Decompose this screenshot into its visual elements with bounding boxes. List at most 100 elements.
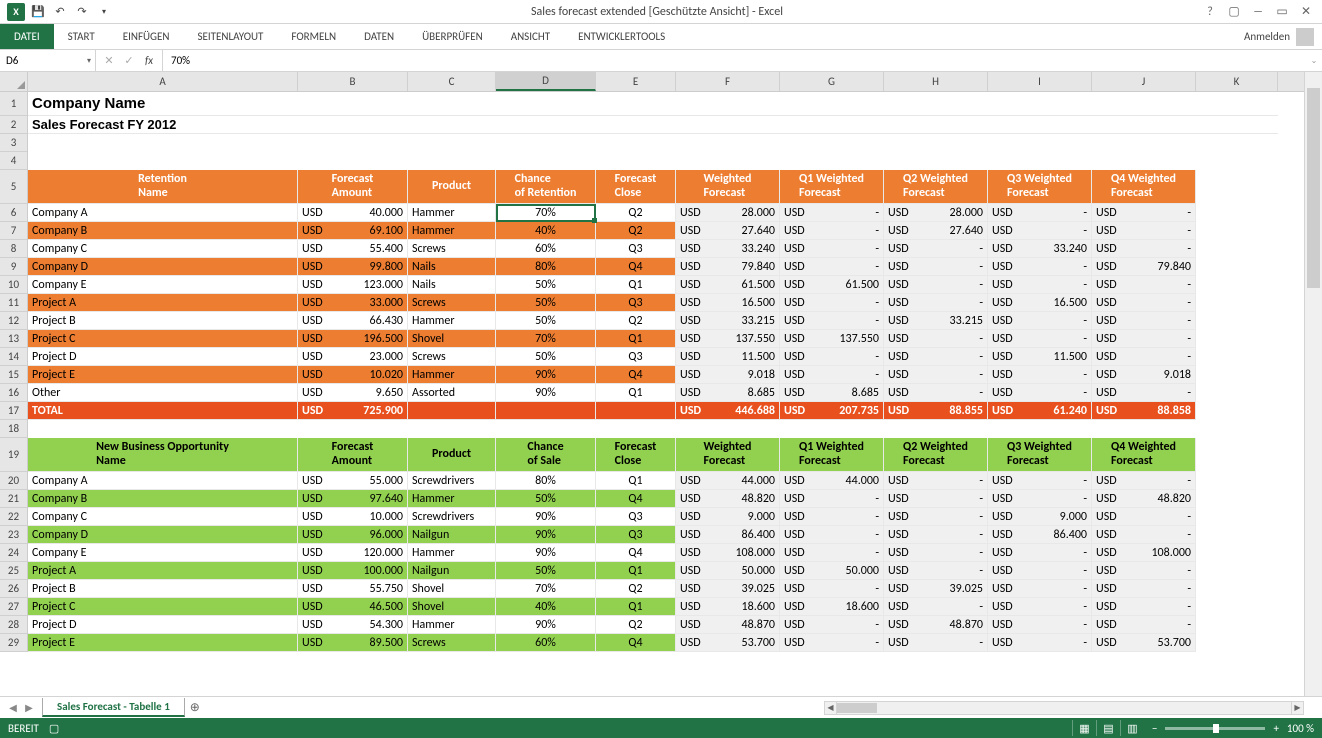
data-cell[interactable]: USD- — [884, 294, 988, 312]
data-cell[interactable]: Q1 — [596, 384, 676, 402]
data-cell[interactable]: USD- — [1092, 276, 1196, 294]
data-cell[interactable]: Nailgun — [408, 562, 496, 580]
data-cell[interactable]: 70% — [496, 330, 596, 348]
total-cell[interactable]: USD88.855 — [884, 402, 988, 420]
total-cell[interactable] — [496, 402, 596, 420]
data-cell[interactable]: Hammer — [408, 490, 496, 508]
vertical-scrollbar[interactable] — [1304, 72, 1322, 696]
data-cell[interactable]: USD123.000 — [298, 276, 408, 294]
hscroll-left-icon[interactable]: ◀ — [825, 702, 837, 714]
data-cell[interactable]: USD- — [780, 526, 884, 544]
header-cell[interactable]: Q3 Weighted Forecast — [988, 170, 1092, 204]
data-cell[interactable]: Q1 — [596, 598, 676, 616]
data-cell[interactable]: USD46.500 — [298, 598, 408, 616]
name-box[interactable]: D6 — [0, 50, 96, 71]
data-cell[interactable]: Company D — [28, 258, 298, 276]
data-cell[interactable]: 70% — [496, 580, 596, 598]
data-cell[interactable]: USD120.000 — [298, 544, 408, 562]
select-all-corner[interactable] — [0, 72, 27, 92]
data-cell[interactable]: USD66.430 — [298, 312, 408, 330]
data-cell[interactable]: USD- — [780, 616, 884, 634]
data-cell[interactable]: USD- — [1092, 240, 1196, 258]
view-page-layout-icon[interactable]: ▤ — [1096, 720, 1120, 736]
data-cell[interactable]: USD- — [1092, 294, 1196, 312]
col-header-J[interactable]: J — [1092, 72, 1196, 91]
data-cell[interactable]: USD44.000 — [676, 472, 780, 490]
tab-view[interactable]: ANSICHT — [497, 24, 564, 49]
hscroll-right-icon[interactable]: ▶ — [1291, 702, 1303, 714]
data-cell[interactable]: 90% — [496, 508, 596, 526]
data-cell[interactable]: Assorted — [408, 384, 496, 402]
data-cell[interactable]: Q4 — [596, 258, 676, 276]
data-cell[interactable]: USD61.500 — [676, 276, 780, 294]
data-cell[interactable]: USD- — [884, 276, 988, 294]
data-cell[interactable]: 80% — [496, 258, 596, 276]
data-cell[interactable]: USD10.020 — [298, 366, 408, 384]
data-cell[interactable]: USD97.640 — [298, 490, 408, 508]
tab-data[interactable]: DATEN — [350, 24, 408, 49]
sheet-nav-next-icon[interactable]: ▶ — [22, 701, 36, 714]
data-cell[interactable]: 80% — [496, 472, 596, 490]
data-cell[interactable]: USD- — [884, 526, 988, 544]
col-header-H[interactable]: H — [884, 72, 988, 91]
data-cell[interactable]: USD- — [988, 366, 1092, 384]
data-cell[interactable]: USD9.000 — [676, 508, 780, 526]
data-cell[interactable]: Hammer — [408, 616, 496, 634]
close-icon[interactable]: ✕ — [1296, 2, 1316, 22]
data-cell[interactable]: USD- — [780, 312, 884, 330]
header-cell[interactable]: Forecast Close — [596, 438, 676, 472]
col-header-G[interactable]: G — [780, 72, 884, 91]
data-cell[interactable]: USD- — [1092, 222, 1196, 240]
data-cell[interactable]: USD55.750 — [298, 580, 408, 598]
header-cell[interactable]: Q1 Weighted Forecast — [780, 438, 884, 472]
data-cell[interactable]: USD- — [780, 580, 884, 598]
data-cell[interactable]: USD- — [884, 384, 988, 402]
sheet-nav-prev-icon[interactable]: ◀ — [6, 701, 20, 714]
col-header-B[interactable]: B — [298, 72, 408, 91]
data-cell[interactable]: USD- — [1092, 348, 1196, 366]
data-cell[interactable]: USD48.870 — [676, 616, 780, 634]
data-cell[interactable]: USD18.600 — [780, 598, 884, 616]
save-icon[interactable]: 💾 — [28, 2, 48, 22]
total-cell[interactable]: USD207.735 — [780, 402, 884, 420]
data-cell[interactable]: 60% — [496, 240, 596, 258]
data-cell[interactable]: USD- — [988, 544, 1092, 562]
data-cell[interactable]: USD18.600 — [676, 598, 780, 616]
data-cell[interactable]: Project A — [28, 294, 298, 312]
row-header-1[interactable]: 1 — [0, 92, 27, 116]
undo-icon[interactable]: ↶ — [50, 2, 70, 22]
cell[interactable]: Sales Forecast FY 2012 — [28, 116, 1278, 134]
row-header-9[interactable]: 9 — [0, 258, 27, 276]
data-cell[interactable]: Project D — [28, 616, 298, 634]
data-cell[interactable]: USD- — [884, 472, 988, 490]
macro-record-icon[interactable]: ▢ — [49, 722, 59, 735]
data-cell[interactable]: Project B — [28, 580, 298, 598]
data-cell[interactable]: 50% — [496, 294, 596, 312]
row-header-21[interactable]: 21 — [0, 490, 27, 508]
tab-review[interactable]: ÜBERPRÜFEN — [408, 24, 497, 49]
data-cell[interactable]: Project B — [28, 312, 298, 330]
data-cell[interactable]: Company C — [28, 240, 298, 258]
total-cell[interactable]: USD446.688 — [676, 402, 780, 420]
data-cell[interactable]: USD- — [1092, 616, 1196, 634]
col-header-K[interactable]: K — [1196, 72, 1278, 91]
header-cell[interactable]: Q4 Weighted Forecast — [1092, 438, 1196, 472]
zoom-out-button[interactable]: − — [1152, 722, 1157, 735]
data-cell[interactable]: USD9.018 — [1092, 366, 1196, 384]
col-header-D[interactable]: D — [496, 72, 596, 91]
data-cell[interactable]: 60% — [496, 634, 596, 652]
data-cell[interactable]: USD- — [884, 544, 988, 562]
data-cell[interactable]: USD- — [780, 222, 884, 240]
data-cell[interactable]: USD55.000 — [298, 472, 408, 490]
data-cell[interactable]: Project D — [28, 348, 298, 366]
header-cell[interactable]: Q1 Weighted Forecast — [780, 170, 884, 204]
col-header-F[interactable]: F — [676, 72, 780, 91]
data-cell[interactable]: USD8.685 — [780, 384, 884, 402]
row-header-13[interactable]: 13 — [0, 330, 27, 348]
data-cell[interactable]: USD10.000 — [298, 508, 408, 526]
data-cell[interactable]: USD- — [988, 312, 1092, 330]
data-cell[interactable]: USD53.700 — [676, 634, 780, 652]
header-cell[interactable]: Q3 Weighted Forecast — [988, 438, 1092, 472]
data-cell[interactable]: Q3 — [596, 508, 676, 526]
col-header-I[interactable]: I — [988, 72, 1092, 91]
